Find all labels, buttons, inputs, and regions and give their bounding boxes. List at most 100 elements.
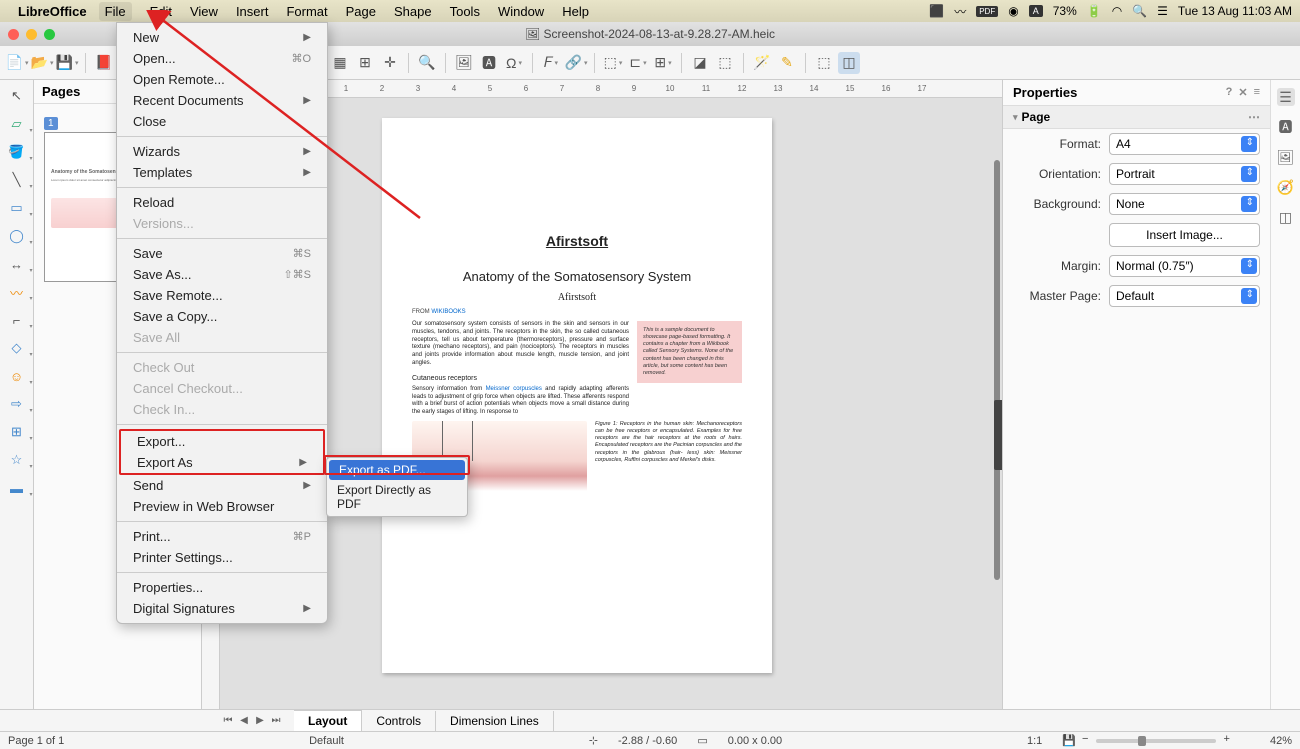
gluepoint-button[interactable]: ✎ [776, 52, 798, 74]
tab-first-icon[interactable]: ⏮ [220, 715, 236, 726]
status-icon[interactable]: ◉ [1008, 4, 1018, 18]
close-icon[interactable] [8, 29, 19, 40]
menu-save-remote[interactable]: Save Remote... [117, 285, 327, 306]
menu-print[interactable]: Print...⌘P [117, 526, 327, 547]
wifi-icon[interactable]: ◠ [1112, 4, 1122, 18]
status-icon[interactable]: 〰 [954, 3, 966, 20]
styles-tab-icon[interactable]: 🅰 [1277, 118, 1295, 136]
grid-button[interactable]: ▦ [329, 52, 351, 74]
menu-tools[interactable]: Tools [450, 4, 480, 19]
zoom-slider[interactable] [1096, 739, 1216, 743]
search-icon[interactable]: 🔍 [1132, 4, 1147, 18]
curve-tool[interactable]: 〰 [7, 282, 27, 302]
properties-tab-icon[interactable]: ☰ [1277, 88, 1295, 106]
menu-reload[interactable]: Reload [117, 192, 327, 213]
clock-text[interactable]: Tue 13 Aug 11:03 AM [1178, 4, 1292, 18]
save-button[interactable]: 💾 [56, 52, 78, 74]
arrow-shapes-tool[interactable]: ⇨ [7, 394, 27, 414]
horizontal-ruler[interactable]: 211234567891011121314151617 [220, 80, 1002, 98]
fill-color-tool[interactable]: 🪣 [7, 142, 27, 162]
page-canvas[interactable]: Afirstsoft Anatomy of the Somatosensory … [382, 118, 772, 673]
tab-last-icon[interactable]: ⏭ [268, 715, 284, 726]
arrange-button[interactable]: ⬚ [602, 52, 624, 74]
menu-save-as[interactable]: Save As...⇧⌘S [117, 264, 327, 285]
line-tool[interactable]: ╲ [7, 170, 27, 190]
submenu-export-directly-pdf[interactable]: Export Directly as PDF [327, 480, 467, 514]
minimize-icon[interactable] [26, 29, 37, 40]
menu-wizards[interactable]: Wizards▶ [117, 141, 327, 162]
close-panel-icon[interactable]: ✕ [1238, 86, 1247, 99]
panel-collapse-handle[interactable] [994, 400, 1002, 470]
distribute-button[interactable]: ⊞ [652, 52, 674, 74]
menu-help[interactable]: Help [562, 4, 589, 19]
vertical-scrollbar[interactable] [994, 160, 1000, 580]
3d-tool[interactable]: ▬ [7, 478, 27, 498]
page-indicator[interactable]: Page 1 of 1 [8, 735, 64, 747]
helplines-button[interactable]: ✛ [379, 52, 401, 74]
status-icon[interactable]: ⬛ [929, 4, 944, 18]
image-button[interactable]: 🖼 [453, 52, 475, 74]
menu-new[interactable]: New▶ [117, 27, 327, 48]
tab-dimension[interactable]: Dimension Lines [436, 711, 554, 731]
insert-image-button[interactable]: Insert Image... [1109, 223, 1260, 247]
tab-prev-icon[interactable]: ◀ [236, 715, 252, 726]
menu-export-as[interactable]: Export As▶ [121, 452, 323, 473]
connector-tool[interactable]: ⌐ [7, 310, 27, 330]
new-button[interactable]: 📄 [6, 52, 28, 74]
textbox-button[interactable]: 🅰 [478, 52, 500, 74]
snap-button[interactable]: ⊞ [354, 52, 376, 74]
shadow-button[interactable]: ◪ [689, 52, 711, 74]
filter-button[interactable]: 🪄 [751, 52, 773, 74]
menu-icon[interactable]: ≡ [1254, 86, 1260, 99]
page-section-header[interactable]: Page⋯ [1003, 106, 1270, 129]
menu-recent[interactable]: Recent Documents▶ [117, 90, 327, 111]
pdf-icon[interactable]: PDF [976, 6, 998, 17]
export-pdf-button[interactable]: 📕 [93, 52, 115, 74]
basic-shapes-tool[interactable]: ◇ [7, 338, 27, 358]
menu-save[interactable]: Save⌘S [117, 243, 327, 264]
margin-select[interactable]: Normal (0.75″) [1109, 255, 1260, 277]
extrusion-button[interactable]: ⬚ [813, 52, 835, 74]
app-name[interactable]: LibreOffice [18, 4, 87, 19]
orientation-select[interactable]: Portrait [1109, 163, 1260, 185]
flowchart-tool[interactable]: ⊞ [7, 422, 27, 442]
zoom-button[interactable]: 🔍 [416, 52, 438, 74]
battery-icon[interactable]: 🔋 [1087, 4, 1102, 18]
tab-controls[interactable]: Controls [362, 711, 436, 731]
shapes-tab-icon[interactable]: ◫ [1277, 208, 1295, 226]
ratio-text[interactable]: 1:1 [1027, 735, 1042, 747]
status-icon[interactable]: A [1029, 5, 1043, 17]
style-indicator[interactable]: Default [309, 735, 344, 747]
hyperlink-button[interactable]: 🔗 [565, 52, 587, 74]
save-status-icon[interactable]: 💾 [1062, 734, 1076, 747]
select-tool[interactable]: ↖ [7, 86, 27, 106]
callout-tool[interactable]: ☆ [7, 450, 27, 470]
menu-window[interactable]: Window [498, 4, 544, 19]
maximize-icon[interactable] [44, 29, 55, 40]
fontwork-button[interactable]: 𝐹 [540, 52, 562, 74]
crop-button[interactable]: ⬚ [714, 52, 736, 74]
align-button[interactable]: ⊏ [627, 52, 649, 74]
tab-next-icon[interactable]: ▶ [252, 715, 268, 726]
menu-preview-browser[interactable]: Preview in Web Browser [117, 496, 327, 517]
line-color-tool[interactable]: ▱ [7, 114, 27, 134]
symbol-shapes-tool[interactable]: ☺ [7, 366, 27, 386]
submenu-export-pdf[interactable]: Export as PDF... [329, 460, 465, 480]
traffic-lights[interactable] [8, 29, 55, 40]
menu-digital-signatures[interactable]: Digital Signatures▶ [117, 598, 327, 619]
menu-send[interactable]: Send▶ [117, 475, 327, 496]
ellipse-tool[interactable]: ◯ [7, 226, 27, 246]
menu-insert[interactable]: Insert [236, 4, 269, 19]
rectangle-tool[interactable]: ▭ [7, 198, 27, 218]
master-select[interactable]: Default [1109, 285, 1260, 307]
menu-open-remote[interactable]: Open Remote... [117, 69, 327, 90]
menu-shape[interactable]: Shape [394, 4, 432, 19]
menu-close[interactable]: Close [117, 111, 327, 132]
special-char-button[interactable]: Ω [503, 52, 525, 74]
menu-printer-settings[interactable]: Printer Settings... [117, 547, 327, 568]
help-icon[interactable]: ? [1226, 86, 1233, 99]
control-center-icon[interactable]: ☰ [1157, 4, 1168, 18]
menu-file[interactable]: File [99, 2, 132, 21]
menu-export[interactable]: Export... [121, 431, 323, 452]
format-select[interactable]: A4 [1109, 133, 1260, 155]
